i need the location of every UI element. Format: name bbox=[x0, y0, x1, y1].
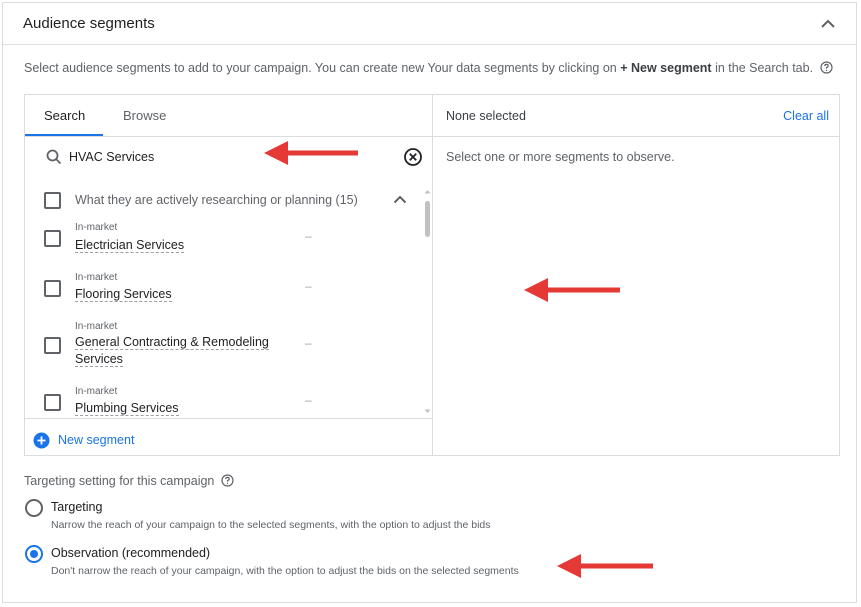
list-item: In-market Flooring Services – bbox=[25, 269, 433, 319]
audience-segments-card: Audience segments Select audience segmen… bbox=[2, 2, 857, 603]
item-name[interactable]: General Contracting & Remodeling Service… bbox=[75, 334, 275, 368]
card-title: Audience segments bbox=[23, 15, 155, 32]
group-checkbox[interactable] bbox=[44, 192, 61, 209]
description: Select audience segments to add to your … bbox=[24, 61, 833, 75]
group-label: What they are actively researching or pl… bbox=[75, 193, 358, 207]
item-name[interactable]: Plumbing Services bbox=[75, 400, 275, 417]
search-icon bbox=[46, 149, 62, 165]
help-icon[interactable] bbox=[221, 474, 234, 487]
list-item: In-market Plumbing Services – bbox=[25, 383, 433, 418]
targeting-radio[interactable] bbox=[25, 499, 43, 517]
selection-column: None selected Clear all Select one or mo… bbox=[433, 95, 839, 455]
item-checkbox[interactable] bbox=[44, 280, 61, 297]
description-text: Select audience segments to add to your … bbox=[24, 61, 617, 75]
item-checkbox[interactable] bbox=[44, 394, 61, 411]
plus-circle-icon bbox=[33, 432, 50, 449]
active-tab-indicator bbox=[25, 134, 103, 136]
item-category: In-market bbox=[75, 321, 118, 332]
item-name[interactable]: Electrician Services bbox=[75, 237, 275, 254]
item-category: In-market bbox=[75, 272, 118, 283]
arrow-left-annotation bbox=[557, 554, 653, 578]
search-column: Search Browse What they are active bbox=[25, 95, 433, 455]
list-item: In-market General Contracting & Remodeli… bbox=[25, 319, 433, 383]
chevron-up-icon bbox=[821, 19, 835, 28]
item-value: – bbox=[305, 393, 312, 407]
card-header: Audience segments bbox=[3, 3, 856, 45]
list-item: In-market Electrician Services – bbox=[25, 219, 433, 269]
item-category: In-market bbox=[75, 222, 118, 233]
arrow-left-annotation bbox=[264, 141, 358, 165]
tab-browse[interactable]: Browse bbox=[123, 108, 166, 123]
scroll-down-icon[interactable] bbox=[424, 409, 431, 414]
observation-description: Don't narrow the reach of your campaign,… bbox=[51, 565, 519, 577]
targeting-title: Targeting setting for this campaign bbox=[24, 474, 234, 488]
targeting-description: Narrow the reach of your campaign to the… bbox=[51, 519, 491, 531]
collapse-button[interactable] bbox=[818, 14, 838, 34]
scroll-thumb[interactable] bbox=[425, 201, 430, 237]
new-segment-label: New segment bbox=[58, 433, 135, 447]
item-value: – bbox=[305, 229, 312, 243]
observation-radio[interactable] bbox=[25, 545, 43, 563]
targeting-label: Targeting bbox=[51, 500, 103, 514]
help-icon[interactable] bbox=[819, 61, 833, 74]
arrow-left-annotation bbox=[524, 278, 620, 302]
selection-hint: Select one or more segments to observe. bbox=[446, 150, 675, 164]
search-row bbox=[25, 137, 432, 177]
clear-all-link[interactable]: Clear all bbox=[783, 109, 829, 123]
item-name[interactable]: Flooring Services bbox=[75, 286, 275, 303]
selection-header: None selected Clear all bbox=[433, 95, 839, 137]
item-value: – bbox=[305, 336, 312, 350]
tab-search[interactable]: Search bbox=[44, 108, 85, 123]
clear-search-icon[interactable] bbox=[403, 147, 423, 167]
segments-panel: Search Browse What they are active bbox=[24, 94, 840, 456]
observation-label: Observation (recommended) bbox=[51, 546, 211, 560]
tab-bar: Search Browse bbox=[25, 95, 432, 137]
chevron-up-icon[interactable] bbox=[391, 191, 409, 209]
item-checkbox[interactable] bbox=[44, 337, 61, 354]
item-checkbox[interactable] bbox=[44, 230, 61, 247]
item-value: – bbox=[305, 279, 312, 293]
selection-status: None selected bbox=[446, 109, 526, 123]
item-category: In-market bbox=[75, 386, 118, 397]
description-tail: in the Search tab. bbox=[715, 61, 814, 75]
description-bold: + New segment bbox=[620, 61, 712, 75]
scroll-up-icon[interactable] bbox=[424, 189, 431, 194]
segment-list: What they are actively researching or pl… bbox=[25, 179, 433, 419]
segment-group-row: What they are actively researching or pl… bbox=[25, 179, 433, 219]
list-scrollbar[interactable] bbox=[423, 187, 431, 419]
